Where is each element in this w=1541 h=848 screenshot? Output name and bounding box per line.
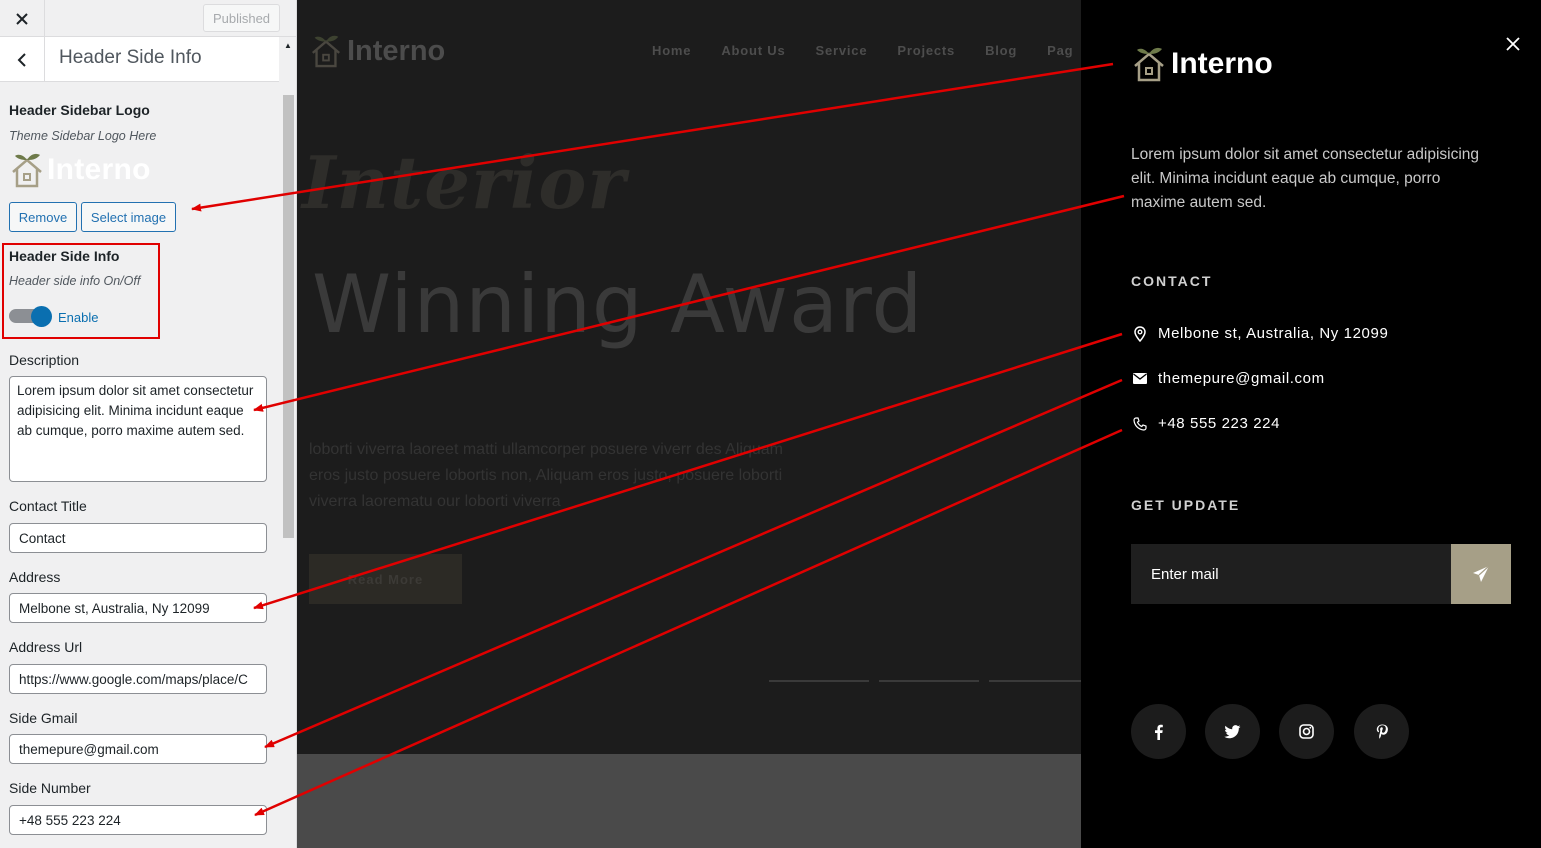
contact-address[interactable]: Melbone st, Australia, Ny 12099 (1131, 325, 1388, 342)
back-button[interactable] (0, 37, 45, 82)
published-button[interactable]: Published (203, 4, 280, 32)
side-info-toggle[interactable] (9, 306, 53, 327)
contact-heading: CONTACT (1131, 273, 1213, 289)
house-leaf-icon (312, 35, 340, 68)
preview-hero-title: Winning Award (312, 258, 924, 351)
preview-script-title: Interior (302, 140, 627, 225)
twitter-icon (1224, 724, 1241, 738)
select-image-button[interactable]: Select image (81, 202, 176, 232)
contact-phone[interactable]: +48 555 223 224 (1131, 415, 1280, 432)
remove-logo-button[interactable]: Remove (9, 202, 77, 232)
close-icon (1506, 37, 1520, 51)
address-label: Address (9, 569, 61, 585)
get-update-heading: GET UPDATE (1131, 497, 1241, 513)
contact-address-text: Melbone st, Australia, Ny 12099 (1158, 325, 1389, 342)
toggle-knob (31, 306, 52, 327)
preview-bottom-section (297, 754, 1081, 848)
site-preview: Interno Home About Us Service Projects B… (297, 0, 1081, 848)
description-textarea[interactable]: Lorem ipsum dolor sit amet consectetur a… (9, 376, 267, 482)
nav-item-about[interactable]: About Us (721, 43, 785, 58)
contact-phone-text: +48 555 223 224 (1158, 415, 1281, 432)
section-header: Header Side Info (0, 37, 279, 82)
toggle-label: Enable (58, 310, 99, 325)
paper-plane-icon (1473, 565, 1490, 582)
side-info-panel: Interno Lorem ipsum dolor sit amet conse… (1081, 0, 1541, 848)
preview-paragraph: loborti viverra laoreet matti ullamcorpe… (309, 441, 783, 510)
side-info-close-button[interactable] (1501, 32, 1525, 56)
slider-line (769, 680, 869, 682)
nav-item-projects[interactable]: Projects (897, 43, 955, 58)
side-number-label: Side Number (9, 780, 91, 796)
preview-nav: Home About Us Service Projects Blog Pag (652, 43, 1081, 58)
house-leaf-icon (12, 153, 42, 188)
location-pin-icon (1131, 325, 1149, 342)
envelope-icon (1131, 373, 1149, 384)
side-info-logo[interactable]: Interno (1131, 44, 1273, 84)
phone-icon (1131, 416, 1149, 431)
instagram-icon (1299, 724, 1314, 739)
customizer-header: Published (0, 0, 296, 37)
scrollbar[interactable]: ▲ (281, 37, 295, 848)
house-leaf-icon (1134, 47, 1164, 82)
instagram-button[interactable] (1279, 704, 1334, 759)
preview-logo[interactable]: Interno (309, 32, 445, 70)
sidebar-logo-text: Interno (47, 153, 151, 186)
nav-item-service[interactable]: Service (816, 43, 868, 58)
scroll-up-icon[interactable]: ▲ (281, 41, 295, 50)
close-icon (16, 12, 28, 25)
side-info-description: Header side info On/Off (9, 274, 141, 288)
contact-email-text: themepure@gmail.com (1158, 370, 1325, 387)
address-url-field[interactable]: https://www.google.com/maps/place/C (9, 664, 267, 694)
newsletter-email-input[interactable]: Enter mail (1131, 544, 1451, 604)
pinterest-icon (1376, 724, 1388, 739)
close-customizer-button[interactable] (0, 0, 45, 37)
side-gmail-label: Side Gmail (9, 710, 78, 726)
contact-title-label: Contact Title (9, 498, 87, 514)
read-more-button[interactable]: Read More (309, 554, 462, 604)
side-info-label: Header Side Info (9, 248, 120, 264)
side-info-logo-text: Interno (1171, 47, 1273, 80)
address-field[interactable]: Melbone st, Australia, Ny 12099 (9, 593, 267, 623)
side-number-field[interactable]: +48 555 223 224 (9, 805, 267, 835)
nav-item-pages[interactable]: Pag (1047, 43, 1073, 58)
address-url-label: Address Url (9, 639, 83, 655)
facebook-icon (1155, 724, 1163, 740)
slider-line (879, 680, 979, 682)
newsletter-submit-button[interactable] (1451, 544, 1511, 604)
newsletter-form: Enter mail (1131, 544, 1511, 604)
chevron-left-icon (17, 52, 26, 67)
slider-line (989, 680, 1081, 682)
pinterest-button[interactable] (1354, 704, 1409, 759)
nav-item-blog[interactable]: Blog (985, 43, 1017, 58)
facebook-button[interactable] (1131, 704, 1186, 759)
sidebar-logo-label: Header Sidebar Logo (9, 102, 150, 118)
scrollbar-thumb[interactable] (283, 95, 294, 538)
side-info-description: Lorem ipsum dolor sit amet consectetur a… (1131, 146, 1480, 211)
side-gmail-field[interactable]: themepure@gmail.com (9, 734, 267, 764)
customizer-panel: Published Header Side Info ▲ Header Side… (0, 0, 297, 848)
sidebar-logo-preview: Interno (9, 150, 151, 190)
sidebar-logo-description: Theme Sidebar Logo Here (9, 129, 157, 143)
section-title: Header Side Info (59, 47, 202, 68)
contact-email[interactable]: themepure@gmail.com (1131, 370, 1325, 387)
nav-item-home[interactable]: Home (652, 43, 691, 58)
description-label: Description (9, 352, 80, 368)
preview-logo-text: Interno (347, 34, 446, 67)
contact-title-field[interactable]: Contact (9, 523, 267, 553)
twitter-button[interactable] (1205, 704, 1260, 759)
